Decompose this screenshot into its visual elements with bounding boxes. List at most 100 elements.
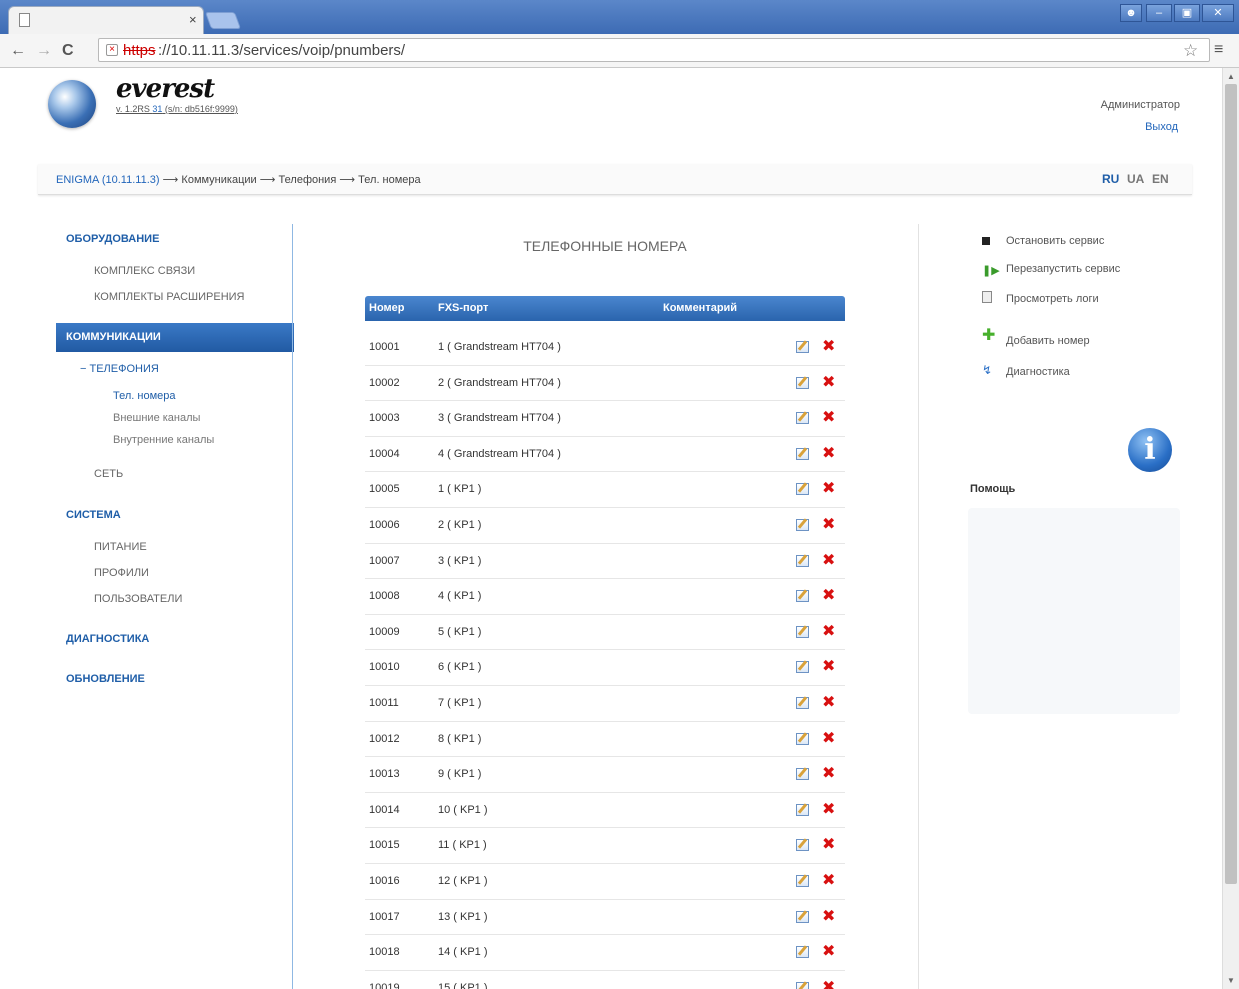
maximize-button[interactable]: ▣ [1174, 4, 1200, 22]
stop-service-link[interactable]: Остановить сервис [1006, 235, 1104, 247]
row-fxs-port: 13 ( KP1 ) [438, 910, 488, 923]
tab-close-icon[interactable]: × [189, 12, 197, 27]
sidebar-item-network[interactable]: СЕТЬ [94, 468, 123, 480]
row-number: 10007 [369, 554, 400, 567]
current-user: Администратор [1100, 99, 1180, 111]
row-number: 10019 [369, 981, 400, 989]
view-logs-link[interactable]: Просмотреть логи [1006, 293, 1099, 305]
sidebar-item-update[interactable]: ОБНОВЛЕНИЕ [66, 673, 145, 685]
edit-icon[interactable] [796, 625, 809, 638]
scrollbar-thumb[interactable] [1225, 84, 1237, 884]
lang-en[interactable]: EN [1152, 172, 1169, 186]
bookmark-star-icon[interactable]: ☆ [1183, 41, 1198, 61]
delete-icon[interactable]: ✖ [822, 372, 835, 392]
add-number-link[interactable]: Добавить номер [1006, 335, 1090, 347]
delete-icon[interactable]: ✖ [822, 407, 835, 427]
edit-icon[interactable] [796, 483, 809, 496]
delete-icon[interactable]: ✖ [822, 336, 835, 356]
sidebar-item-system[interactable]: СИСТЕМА [66, 509, 121, 521]
delete-icon[interactable]: ✖ [822, 834, 835, 854]
edit-icon[interactable] [796, 376, 809, 389]
sidebar-item-telephony[interactable]: − ТЕЛЕФОНИЯ [80, 363, 159, 375]
delete-icon[interactable]: ✖ [822, 621, 835, 641]
sidebar-item-equipment[interactable]: ОБОРУДОВАНИЕ [66, 233, 159, 245]
edit-icon[interactable] [796, 803, 809, 816]
delete-icon[interactable]: ✖ [822, 514, 835, 534]
delete-icon[interactable]: ✖ [822, 656, 835, 676]
breadcrumb-root-link[interactable]: ENIGMA (10.11.11.3) [56, 174, 160, 186]
restart-service-link[interactable]: Перезапустить сервис [1006, 263, 1120, 275]
logout-link[interactable]: Выход [1040, 121, 1178, 133]
table-row: 10015 11 ( KP1 ) ✖ [365, 828, 845, 864]
row-fxs-port: 2 ( Grandstream HT704 ) [438, 376, 561, 389]
delete-icon[interactable]: ✖ [822, 478, 835, 498]
version-link[interactable]: 31 [152, 104, 162, 114]
delete-icon[interactable]: ✖ [822, 977, 835, 989]
row-fxs-port: 5 ( KP1 ) [438, 625, 482, 638]
minimize-button[interactable]: – [1146, 4, 1172, 22]
browser-tab[interactable]: × [8, 6, 204, 34]
edit-icon[interactable] [796, 661, 809, 674]
scroll-up-icon[interactable]: ▲ [1227, 72, 1235, 81]
forward-icon[interactable]: → [36, 42, 52, 60]
edit-icon[interactable] [796, 412, 809, 425]
delete-icon[interactable]: ✖ [822, 870, 835, 890]
table-row: 10005 1 ( KP1 ) ✖ [365, 472, 845, 508]
edit-icon[interactable] [796, 910, 809, 923]
sidebar-item-phone-numbers[interactable]: Тел. номера [113, 390, 176, 402]
table-row: 10011 7 ( KP1 ) ✖ [365, 686, 845, 722]
sidebar-item-communications[interactable]: КОММУНИКАЦИИ [56, 323, 294, 352]
sidebar-item-complex[interactable]: КОМПЛЕКС СВЯЗИ [94, 265, 195, 277]
row-fxs-port: 1 ( KP1 ) [438, 483, 482, 496]
url-text: ://10.11.11.3/services/voip/pnumbers/ [158, 42, 406, 59]
edit-icon[interactable] [796, 732, 809, 745]
reload-icon[interactable]: C [62, 42, 74, 60]
lang-ru[interactable]: RU [1102, 172, 1119, 186]
delete-icon[interactable]: ✖ [822, 906, 835, 926]
sidebar-item-users[interactable]: ПОЛЬЗОВАТЕЛИ [94, 593, 182, 605]
lang-ua[interactable]: UA [1127, 172, 1144, 186]
back-icon[interactable]: ← [10, 42, 26, 60]
sidebar-item-power[interactable]: ПИТАНИЕ [94, 541, 147, 553]
edit-icon[interactable] [796, 874, 809, 887]
edit-icon[interactable] [796, 590, 809, 603]
row-fxs-port: 2 ( KP1 ) [438, 518, 482, 531]
edit-icon[interactable] [796, 696, 809, 709]
edit-icon[interactable] [796, 946, 809, 959]
delete-icon[interactable]: ✖ [822, 941, 835, 961]
column-header-comment: Комментарий [663, 302, 738, 314]
sidebar-item-external-channels[interactable]: Внешние каналы [113, 412, 200, 424]
edit-icon[interactable] [796, 518, 809, 531]
delete-icon[interactable]: ✖ [822, 692, 835, 712]
delete-icon[interactable]: ✖ [822, 763, 835, 783]
page-scrollbar[interactable]: ▲ ▼ [1222, 68, 1239, 989]
logs-icon [982, 291, 992, 303]
row-number: 10013 [369, 768, 400, 781]
edit-icon[interactable] [796, 447, 809, 460]
edit-icon[interactable] [796, 341, 809, 353]
sidebar-item-profiles[interactable]: ПРОФИЛИ [94, 567, 149, 579]
sidebar-item-expansion[interactable]: КОМПЛЕКТЫ РАСШИРЕНИЯ [94, 291, 244, 303]
table-row: 10013 9 ( KP1 ) ✖ [365, 757, 845, 793]
address-bar[interactable]: × https ://10.11.11.3/services/voip/pnum… [98, 38, 1210, 62]
edit-icon[interactable] [796, 554, 809, 567]
edit-icon[interactable] [796, 839, 809, 852]
delete-icon[interactable]: ✖ [822, 585, 835, 605]
new-tab-button[interactable] [204, 12, 242, 29]
sidebar-item-internal-channels[interactable]: Внутренние каналы [113, 434, 214, 446]
diagnostics-link[interactable]: Диагностика [1006, 366, 1070, 378]
delete-icon[interactable]: ✖ [822, 728, 835, 748]
edit-icon[interactable] [796, 981, 809, 989]
scroll-down-icon[interactable]: ▼ [1227, 976, 1235, 985]
table-row: 10004 4 ( Grandstream HT704 ) ✖ [365, 437, 845, 473]
row-number: 10008 [369, 590, 400, 603]
delete-icon[interactable]: ✖ [822, 799, 835, 819]
edit-icon[interactable] [796, 768, 809, 781]
user-icon[interactable]: ☻ [1120, 4, 1142, 22]
close-window-button[interactable]: ✕ [1202, 4, 1234, 22]
delete-icon[interactable]: ✖ [822, 443, 835, 463]
insecure-lock-icon[interactable]: × [106, 44, 118, 56]
browser-menu-icon[interactable]: ≡ [1214, 41, 1223, 59]
sidebar-item-diagnostics[interactable]: ДИАГНОСТИКА [66, 633, 149, 645]
delete-icon[interactable]: ✖ [822, 550, 835, 570]
